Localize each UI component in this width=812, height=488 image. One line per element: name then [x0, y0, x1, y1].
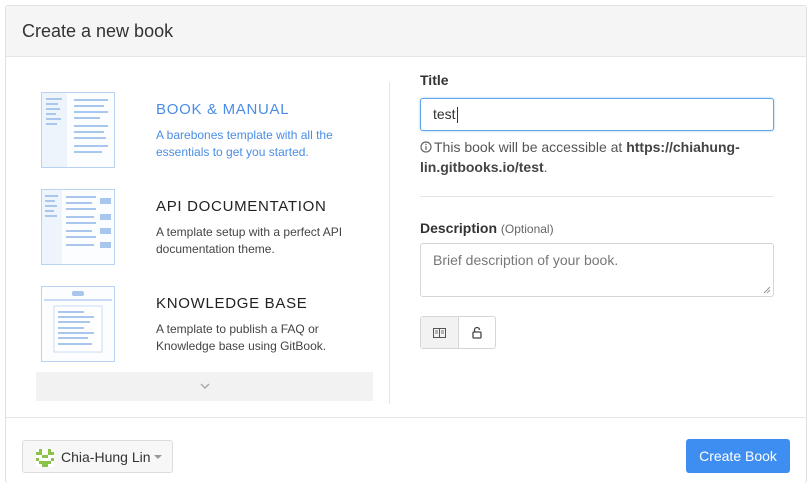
- template-knowledge-base[interactable]: KNOWLEDGE BASE A template to publish a F…: [36, 278, 376, 362]
- template-name: API DOCUMENTATION: [156, 198, 327, 215]
- template-name: BOOK & MANUAL: [156, 101, 290, 118]
- template-name: KNOWLEDGE BASE: [156, 295, 308, 312]
- description-label-text: Description: [420, 220, 498, 236]
- knowledge-base-thumbnail: [41, 286, 115, 362]
- book-manual-thumbnail: [41, 92, 115, 168]
- create-book-dialog: Create a new book BOOK & MANUAL A barebo…: [5, 5, 807, 483]
- template-list: BOOK & MANUAL A barebones template with …: [36, 76, 376, 406]
- column-divider: [389, 82, 390, 404]
- template-book-manual[interactable]: BOOK & MANUAL A barebones template with …: [36, 84, 376, 168]
- private-book-button[interactable]: [459, 317, 496, 348]
- dialog-title: Create a new book: [22, 21, 174, 41]
- form-divider: [420, 196, 774, 197]
- show-more-templates-button[interactable]: [36, 372, 373, 401]
- hint-suffix: .: [543, 159, 548, 175]
- owner-selector[interactable]: Chia-Hung Lin: [22, 440, 173, 473]
- visibility-toggle: [420, 316, 496, 349]
- avatar: [36, 449, 54, 467]
- book-icon: [432, 327, 446, 338]
- template-description: A template setup with a perfect API docu…: [156, 225, 343, 256]
- template-api-documentation[interactable]: API DOCUMENTATION A template setup with …: [36, 181, 376, 265]
- title-label: Title: [420, 72, 449, 88]
- dialog-header: Create a new book: [6, 6, 806, 57]
- chevron-down-icon: [199, 383, 210, 390]
- book-form: Title test This book will be accessible …: [420, 72, 774, 349]
- template-description: A template to publish a FAQ or Knowledge…: [156, 322, 327, 353]
- api-documentation-thumbnail: [41, 189, 115, 265]
- text-cursor: [456, 107, 458, 124]
- resize-grip-icon[interactable]: [763, 286, 771, 294]
- create-book-button[interactable]: Create Book: [686, 439, 790, 473]
- url-hint: This book will be accessible at https://…: [420, 137, 774, 177]
- description-textarea[interactable]: Brief description of your book.: [420, 243, 774, 297]
- hint-prefix: This book will be accessible at: [434, 139, 627, 155]
- info-icon: [420, 141, 432, 153]
- owner-name: Chia-Hung Lin: [61, 449, 151, 465]
- description-placeholder: Brief description of your book.: [433, 252, 619, 268]
- description-label: Description (Optional): [420, 220, 554, 236]
- template-description: A barebones template with all the essent…: [156, 128, 333, 159]
- public-book-button[interactable]: [421, 317, 459, 348]
- title-input-value: test: [433, 106, 456, 122]
- optional-tag: (Optional): [500, 222, 554, 236]
- lock-icon: [472, 326, 482, 339]
- title-input[interactable]: test: [420, 98, 774, 131]
- caret-down-icon: [154, 455, 162, 459]
- dialog-footer: Chia-Hung Lin Create Book: [6, 417, 806, 483]
